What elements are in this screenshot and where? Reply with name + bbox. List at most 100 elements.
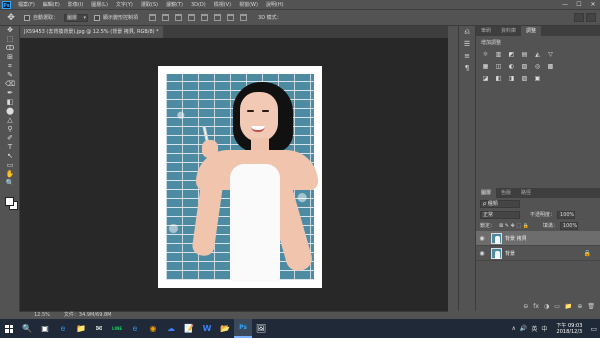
shape-tool-icon[interactable]: ▭ [0, 161, 20, 170]
maximize-button[interactable]: ☐ [572, 0, 586, 10]
posterize-icon[interactable]: ◧ [494, 75, 503, 83]
align-left-icon[interactable] [188, 14, 196, 21]
invert-icon[interactable]: ◪ [481, 75, 490, 83]
type-tool-icon[interactable]: T [0, 143, 20, 152]
document-image[interactable] [158, 66, 322, 288]
start-button[interactable] [0, 319, 18, 338]
eye-icon[interactable]: ◉ [478, 235, 486, 242]
channel-mixer-icon[interactable]: ◎ [533, 63, 542, 71]
black-white-icon[interactable]: ◐ [507, 63, 516, 71]
word-icon[interactable]: W [198, 319, 216, 338]
tab-channels[interactable]: 色版 [496, 188, 516, 198]
notepad-icon[interactable]: 📝 [180, 319, 198, 338]
menu-image[interactable]: 影像(I) [64, 1, 87, 8]
canvas-area[interactable] [20, 38, 448, 311]
task-view-icon[interactable]: ▣ [36, 319, 54, 338]
new-layer-icon[interactable]: ⊕ [577, 303, 582, 310]
tab-adjustments[interactable]: 調整 [521, 26, 542, 36]
crop-tool-icon[interactable]: ⊞ [0, 53, 20, 62]
eraser-tool-icon[interactable]: ⌫ [0, 80, 20, 89]
triangle-icon[interactable]: ▽ [546, 51, 555, 59]
layer-filter-dropdown[interactable]: ρ 種類 [480, 199, 520, 208]
align-middle-icon[interactable] [162, 14, 170, 21]
brush-tool-icon[interactable]: ✎ [0, 71, 20, 80]
clock[interactable]: 下午 09:03 2018/12/3 [551, 323, 587, 335]
link-layers-icon[interactable]: ⊖ [523, 303, 528, 310]
blur-tool-icon[interactable]: ⬤ [0, 107, 20, 116]
align-center-icon[interactable] [201, 14, 209, 21]
align-right-icon[interactable] [214, 14, 222, 21]
menu-layer[interactable]: 圖層(L) [87, 1, 112, 8]
selective-color-icon[interactable]: ▨ [520, 75, 529, 83]
mask-icon[interactable]: ◑ [544, 303, 549, 310]
distribute-2-icon[interactable] [240, 14, 248, 21]
exposure-icon[interactable]: ▤ [520, 51, 529, 59]
close-button[interactable]: ✕ [586, 0, 600, 10]
align-top-icon[interactable] [149, 14, 157, 21]
color-lookup-icon[interactable]: ▩ [546, 63, 555, 71]
menu-help[interactable]: 說明(H) [262, 1, 288, 8]
curves-icon[interactable]: ◩ [507, 51, 516, 59]
properties-panel-icon[interactable]: ☰ [459, 38, 475, 50]
distribute-icon[interactable] [227, 14, 235, 21]
language-icon[interactable]: 英 [531, 324, 537, 333]
auto-select-checkbox[interactable] [24, 14, 30, 21]
slice-tool-icon[interactable]: ⌗ [0, 62, 20, 71]
line-app-icon[interactable]: LINE [108, 319, 126, 338]
hand-tool-icon[interactable]: ✋ [0, 170, 20, 179]
gradient-tool-icon[interactable]: ◧ [0, 98, 20, 107]
volume-icon[interactable]: 🔊 [520, 325, 527, 332]
layer-style-icon[interactable]: fx [533, 303, 539, 310]
notification-icon[interactable]: ▭ [590, 325, 597, 333]
tray-expand-icon[interactable]: ∧ [511, 325, 515, 332]
move-tool-icon[interactable]: ✥ [0, 26, 20, 35]
character-panel-icon[interactable]: ≡ [459, 50, 475, 62]
paragraph-panel-icon[interactable]: ¶ [459, 62, 475, 74]
pen-tool-icon[interactable]: ✐ [0, 134, 20, 143]
show-transform-checkbox[interactable] [94, 14, 101, 21]
menu-type[interactable]: 文字(Y) [112, 1, 137, 8]
photoshop-taskbar-icon[interactable]: Ps [234, 319, 252, 338]
eyedropper-tool-icon[interactable]: ⚲ [0, 125, 20, 134]
menu-file[interactable]: 檔案(F) [14, 1, 39, 8]
lasso-tool-icon[interactable]: ↀ [0, 44, 20, 53]
menu-view[interactable]: 檢視(V) [210, 1, 235, 8]
workspace-button[interactable] [586, 13, 596, 22]
path-select-tool-icon[interactable]: ↖ [0, 152, 20, 161]
stamp-tool-icon[interactable]: ✒ [0, 89, 20, 98]
internet-explorer-icon[interactable]: e [126, 319, 144, 338]
levels-icon[interactable]: ▥ [494, 51, 503, 59]
photo-filter-icon[interactable]: ▧ [520, 63, 529, 71]
move-tool-icon[interactable]: ✥ [4, 12, 18, 24]
opacity-input[interactable]: 100% [557, 210, 576, 219]
mail-icon[interactable]: ✉ [90, 319, 108, 338]
edge-icon[interactable]: e [54, 319, 72, 338]
search-icon[interactable]: 🔍 [18, 319, 36, 338]
menu-edit[interactable]: 編輯(E) [39, 1, 64, 8]
menu-window[interactable]: 視窗(W) [235, 1, 262, 8]
layer-row[interactable]: ◉ 背景 拷貝 [476, 231, 600, 246]
gradient-map-icon[interactable]: ▣ [533, 75, 542, 83]
group-icon[interactable]: 📁 [565, 303, 572, 310]
auto-select-dropdown[interactable]: 圖層 [64, 13, 89, 22]
tab-brushes[interactable]: 筆刷 [476, 26, 496, 36]
document-tab[interactable]: JX59453 (去背換背景).jpg @ 12.5% (背景 拷貝, RGB/… [20, 26, 163, 38]
onedrive-icon[interactable]: ☁ [162, 319, 180, 338]
fill-input[interactable]: 100% [559, 221, 578, 230]
zoom-level[interactable]: 12.5% [20, 312, 50, 319]
adjustment-layer-icon[interactable]: ▭ [554, 303, 560, 310]
threshold-icon[interactable]: ◨ [507, 75, 516, 83]
delete-layer-icon[interactable]: 🗑 [587, 303, 595, 310]
hue-saturation-icon[interactable]: ▦ [481, 63, 490, 71]
blend-mode-dropdown[interactable]: 正常 [480, 210, 520, 219]
tab-libraries[interactable]: 資料庫 [496, 26, 521, 36]
search-button[interactable] [574, 13, 584, 22]
eye-icon[interactable]: ◉ [478, 250, 486, 257]
foreground-color-swatch[interactable] [5, 197, 14, 206]
brightness-icon[interactable]: ☼ [481, 51, 490, 59]
tab-paths[interactable]: 路徑 [516, 188, 536, 198]
zoom-tool-icon[interactable]: 🔍 [0, 179, 20, 188]
folder-icon[interactable]: 📂 [216, 319, 234, 338]
layer-row[interactable]: ◉ 背景 🔒 [476, 246, 600, 261]
marquee-tool-icon[interactable]: ⬚ [0, 35, 20, 44]
